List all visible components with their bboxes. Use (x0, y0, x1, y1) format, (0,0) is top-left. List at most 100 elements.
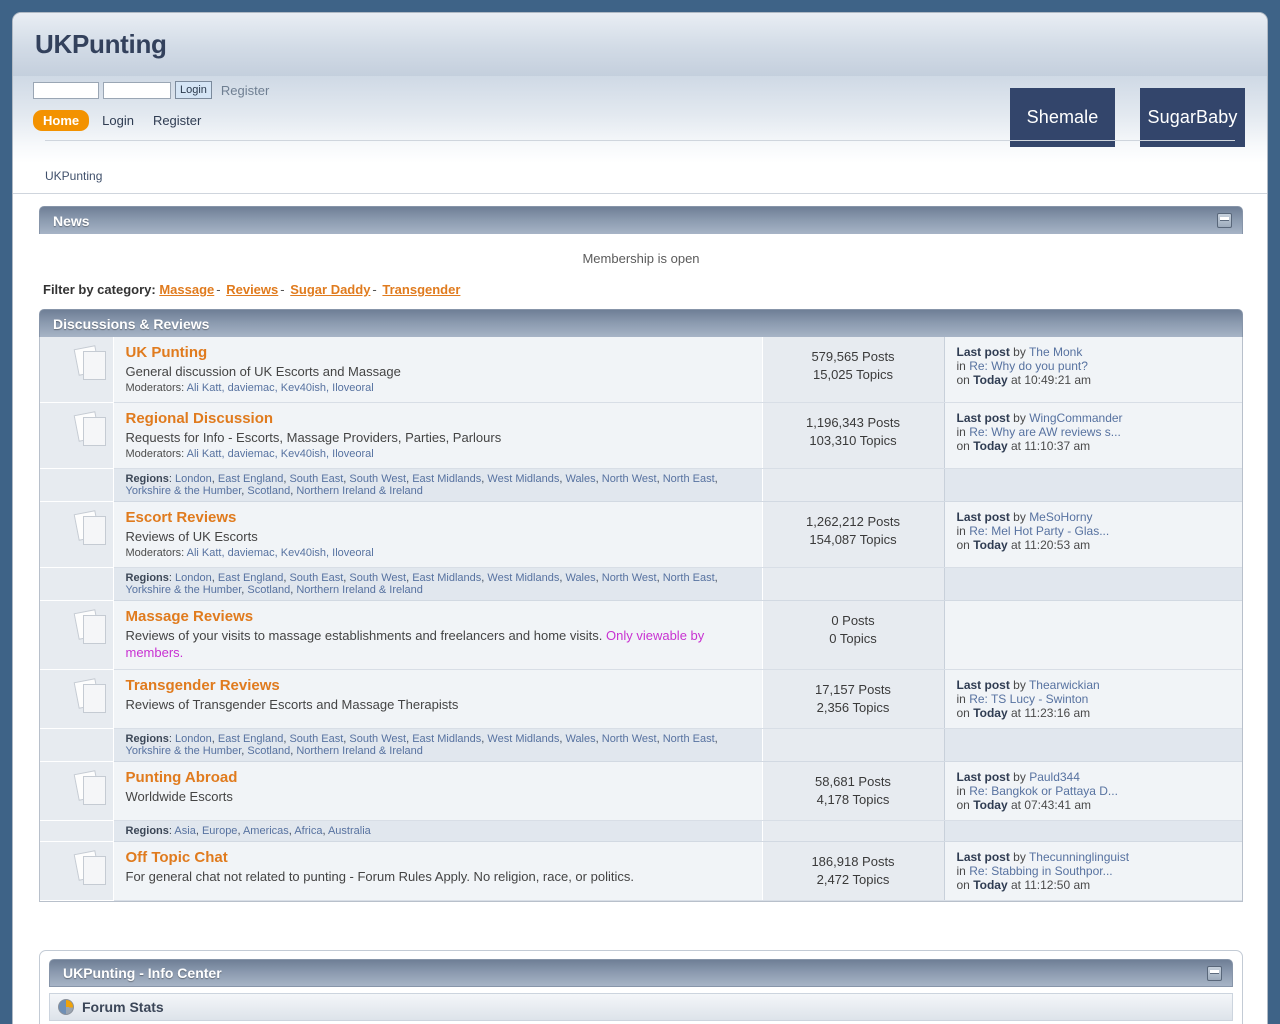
regions-last-spacer (943, 567, 1242, 601)
last-post-topic[interactable]: Re: Why do you punt? (969, 359, 1088, 373)
last-post-author[interactable]: WingCommander (1029, 411, 1122, 425)
region-link[interactable]: East England (218, 572, 283, 584)
region-link[interactable]: East England (218, 733, 283, 745)
region-link[interactable]: South East (289, 733, 343, 745)
region-link[interactable]: Africa (294, 825, 322, 837)
moderator-link[interactable]: Ali Katt, daviemac, Kev40ish, Iloveoral (187, 382, 374, 394)
board-name-link[interactable]: Escort Reviews (126, 509, 752, 526)
region-link[interactable]: Yorkshire & the Humber (126, 485, 242, 497)
breadcrumb-item[interactable]: UKPunting (45, 169, 102, 183)
moderator-link[interactable]: Ali Katt, daviemac, Kev40ish, Iloveoral (187, 547, 374, 559)
board-name-link[interactable]: UK Punting (126, 344, 752, 361)
region-link[interactable]: Europe (202, 825, 237, 837)
board-regions-cell: Regions: London, East England, South Eas… (113, 567, 762, 601)
board-category-header: Discussions & Reviews (39, 309, 1243, 337)
region-link[interactable]: North East (663, 733, 715, 745)
region-link[interactable]: East Midlands (412, 473, 481, 485)
region-link[interactable]: East England (218, 473, 283, 485)
last-post-topic[interactable]: Re: TS Lucy - Swinton (969, 692, 1088, 706)
region-link[interactable]: East Midlands (412, 733, 481, 745)
regions-label: Regions (125, 733, 169, 745)
region-link[interactable]: London (175, 733, 212, 745)
board-icon-cell (40, 337, 114, 403)
region-link[interactable]: Northern Ireland & Ireland (296, 485, 423, 497)
post-count: 1,196,343 Posts (806, 415, 900, 430)
collapse-icon[interactable] (1207, 966, 1222, 981)
board-regions-row: Regions: London, East England, South Eas… (40, 728, 1242, 762)
region-link[interactable]: Scotland (247, 485, 290, 497)
region-link[interactable]: Wales (565, 473, 595, 485)
last-post-label: Last post (956, 510, 1010, 524)
filter-sugar-daddy[interactable]: Sugar Daddy (290, 282, 370, 297)
nav-item-home[interactable]: Home (33, 110, 90, 131)
region-link[interactable]: Scotland (247, 745, 290, 757)
last-post-author[interactable]: The Monk (1029, 345, 1082, 359)
region-link[interactable]: North West (602, 733, 657, 745)
login-form: Login Register (33, 81, 269, 99)
promo-shemale[interactable]: Shemale (1010, 88, 1115, 147)
region-link[interactable]: Asia (174, 825, 195, 837)
moderator-link[interactable]: Ali Katt, daviemac, Kev40ish, Iloveoral (187, 448, 374, 460)
region-link[interactable]: West Midlands (487, 733, 559, 745)
filter-massage[interactable]: Massage (159, 282, 214, 297)
collapse-icon[interactable] (1217, 213, 1232, 228)
post-count: 17,157 Posts (815, 682, 891, 697)
filter-reviews[interactable]: Reviews (226, 282, 278, 297)
nav-item-register[interactable]: Register (147, 110, 207, 131)
last-post-day: Today (973, 373, 1008, 387)
region-link[interactable]: South East (289, 473, 343, 485)
last-post-topic[interactable]: Re: Mel Hot Party - Glas... (969, 524, 1109, 538)
region-link[interactable]: West Midlands (487, 572, 559, 584)
register-link[interactable]: Register (221, 83, 269, 98)
login-button[interactable]: Login (175, 81, 212, 99)
region-link[interactable]: Wales (565, 733, 595, 745)
region-link[interactable]: East Midlands (412, 572, 481, 584)
region-link[interactable]: North West (602, 572, 657, 584)
region-link[interactable]: West Midlands (487, 473, 559, 485)
regions-icon-spacer (40, 820, 114, 842)
board-name-link[interactable]: Massage Reviews (126, 608, 752, 625)
promo-sugarbaby[interactable]: SugarBaby (1140, 88, 1245, 147)
region-link[interactable]: Yorkshire & the Humber (126, 584, 242, 596)
last-post-author[interactable]: MeSoHorny (1029, 510, 1092, 524)
filter-transgender[interactable]: Transgender (382, 282, 460, 297)
password-input[interactable] (103, 81, 171, 99)
username-input[interactable] (33, 81, 99, 99)
last-post-topic[interactable]: Re: Why are AW reviews s... (969, 425, 1121, 439)
last-post-time: 11:10:37 am (1024, 439, 1091, 453)
last-post-time: 11:23:16 am (1024, 706, 1091, 720)
board-name-link[interactable]: Transgender Reviews (126, 677, 752, 694)
region-link[interactable]: North East (663, 473, 715, 485)
board-name-link[interactable]: Punting Abroad (126, 769, 752, 786)
board-info-cell: UK Punting General discussion of UK Escor… (113, 337, 762, 403)
region-link[interactable]: London (175, 572, 212, 584)
last-post-author[interactable]: Thearwickian (1029, 678, 1100, 692)
region-link[interactable]: South East (289, 572, 343, 584)
board-icon-cell (40, 761, 114, 821)
nav-item-login[interactable]: Login (96, 110, 140, 131)
region-link[interactable]: North West (602, 473, 657, 485)
regions-last-spacer (943, 820, 1242, 842)
region-link[interactable]: South West (349, 733, 406, 745)
last-post-topic[interactable]: Re: Stabbing in Southpor... (969, 864, 1112, 878)
region-link[interactable]: Scotland (247, 584, 290, 596)
region-link[interactable]: Wales (565, 572, 595, 584)
board-name-link[interactable]: Off Topic Chat (126, 849, 752, 866)
last-post-author[interactable]: Pauld344 (1029, 770, 1080, 784)
board-icon-cell (40, 600, 114, 670)
region-link[interactable]: South West (349, 572, 406, 584)
region-link[interactable]: Australia (328, 825, 371, 837)
last-post-time-line: on Today at 10:49:21 am (956, 373, 1092, 387)
region-link[interactable]: Northern Ireland & Ireland (296, 584, 423, 596)
board-name-link[interactable]: Regional Discussion (126, 410, 752, 427)
region-link[interactable]: North East (663, 572, 715, 584)
last-post-author-line: Last post by Pauld344 (956, 770, 1080, 784)
region-link[interactable]: Americas (243, 825, 289, 837)
region-link[interactable]: South West (349, 473, 406, 485)
region-link[interactable]: Northern Ireland & Ireland (296, 745, 423, 757)
last-post-author[interactable]: Thecunninglinguist (1029, 850, 1129, 864)
last-post-topic[interactable]: Re: Bangkok or Pattaya D... (969, 784, 1118, 798)
region-link[interactable]: Yorkshire & the Humber (126, 745, 242, 757)
region-link[interactable]: London (175, 473, 212, 485)
topic-count: 154,087 Topics (809, 532, 897, 547)
